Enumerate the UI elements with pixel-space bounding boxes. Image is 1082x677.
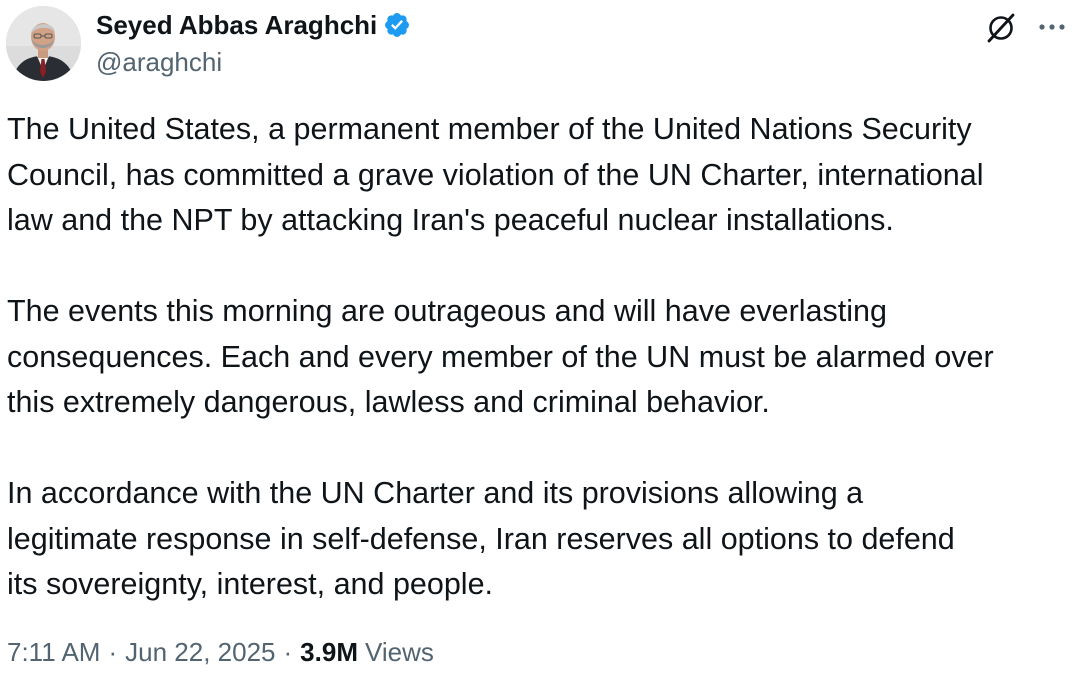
tweet-text: The United States, a permanent member of… [7, 107, 1077, 608]
tweet-paragraph: The United States, a permanent member of… [7, 112, 984, 237]
verified-badge-icon [383, 11, 411, 39]
tweet-metadata: 7:11 AM · Jun 22, 2025 · 3.9M Views [7, 637, 434, 668]
tweet: Seyed Abbas Araghchi @araghchi The Unite… [0, 0, 1082, 677]
avatar[interactable] [6, 6, 81, 81]
profile-photo-icon [6, 6, 81, 81]
separator-dot: · [283, 637, 293, 667]
views-count: 3.9M [300, 637, 358, 667]
post-date[interactable]: Jun 22, 2025 [125, 637, 275, 668]
more-options-icon[interactable] [1036, 13, 1068, 41]
views-label: Views [364, 637, 434, 667]
grok-icon[interactable] [984, 11, 1018, 45]
name-row: Seyed Abbas Araghchi [96, 7, 411, 43]
tweet-paragraph: In accordance with the UN Charter and it… [7, 476, 955, 601]
user-info: Seyed Abbas Araghchi @araghchi [96, 7, 411, 78]
separator-dot: · [108, 637, 118, 667]
user-handle[interactable]: @araghchi [96, 47, 411, 78]
post-time[interactable]: 7:11 AM [7, 637, 100, 668]
tweet-paragraph: The events this morning are outrageous a… [7, 294, 994, 419]
display-name[interactable]: Seyed Abbas Araghchi [96, 10, 377, 41]
